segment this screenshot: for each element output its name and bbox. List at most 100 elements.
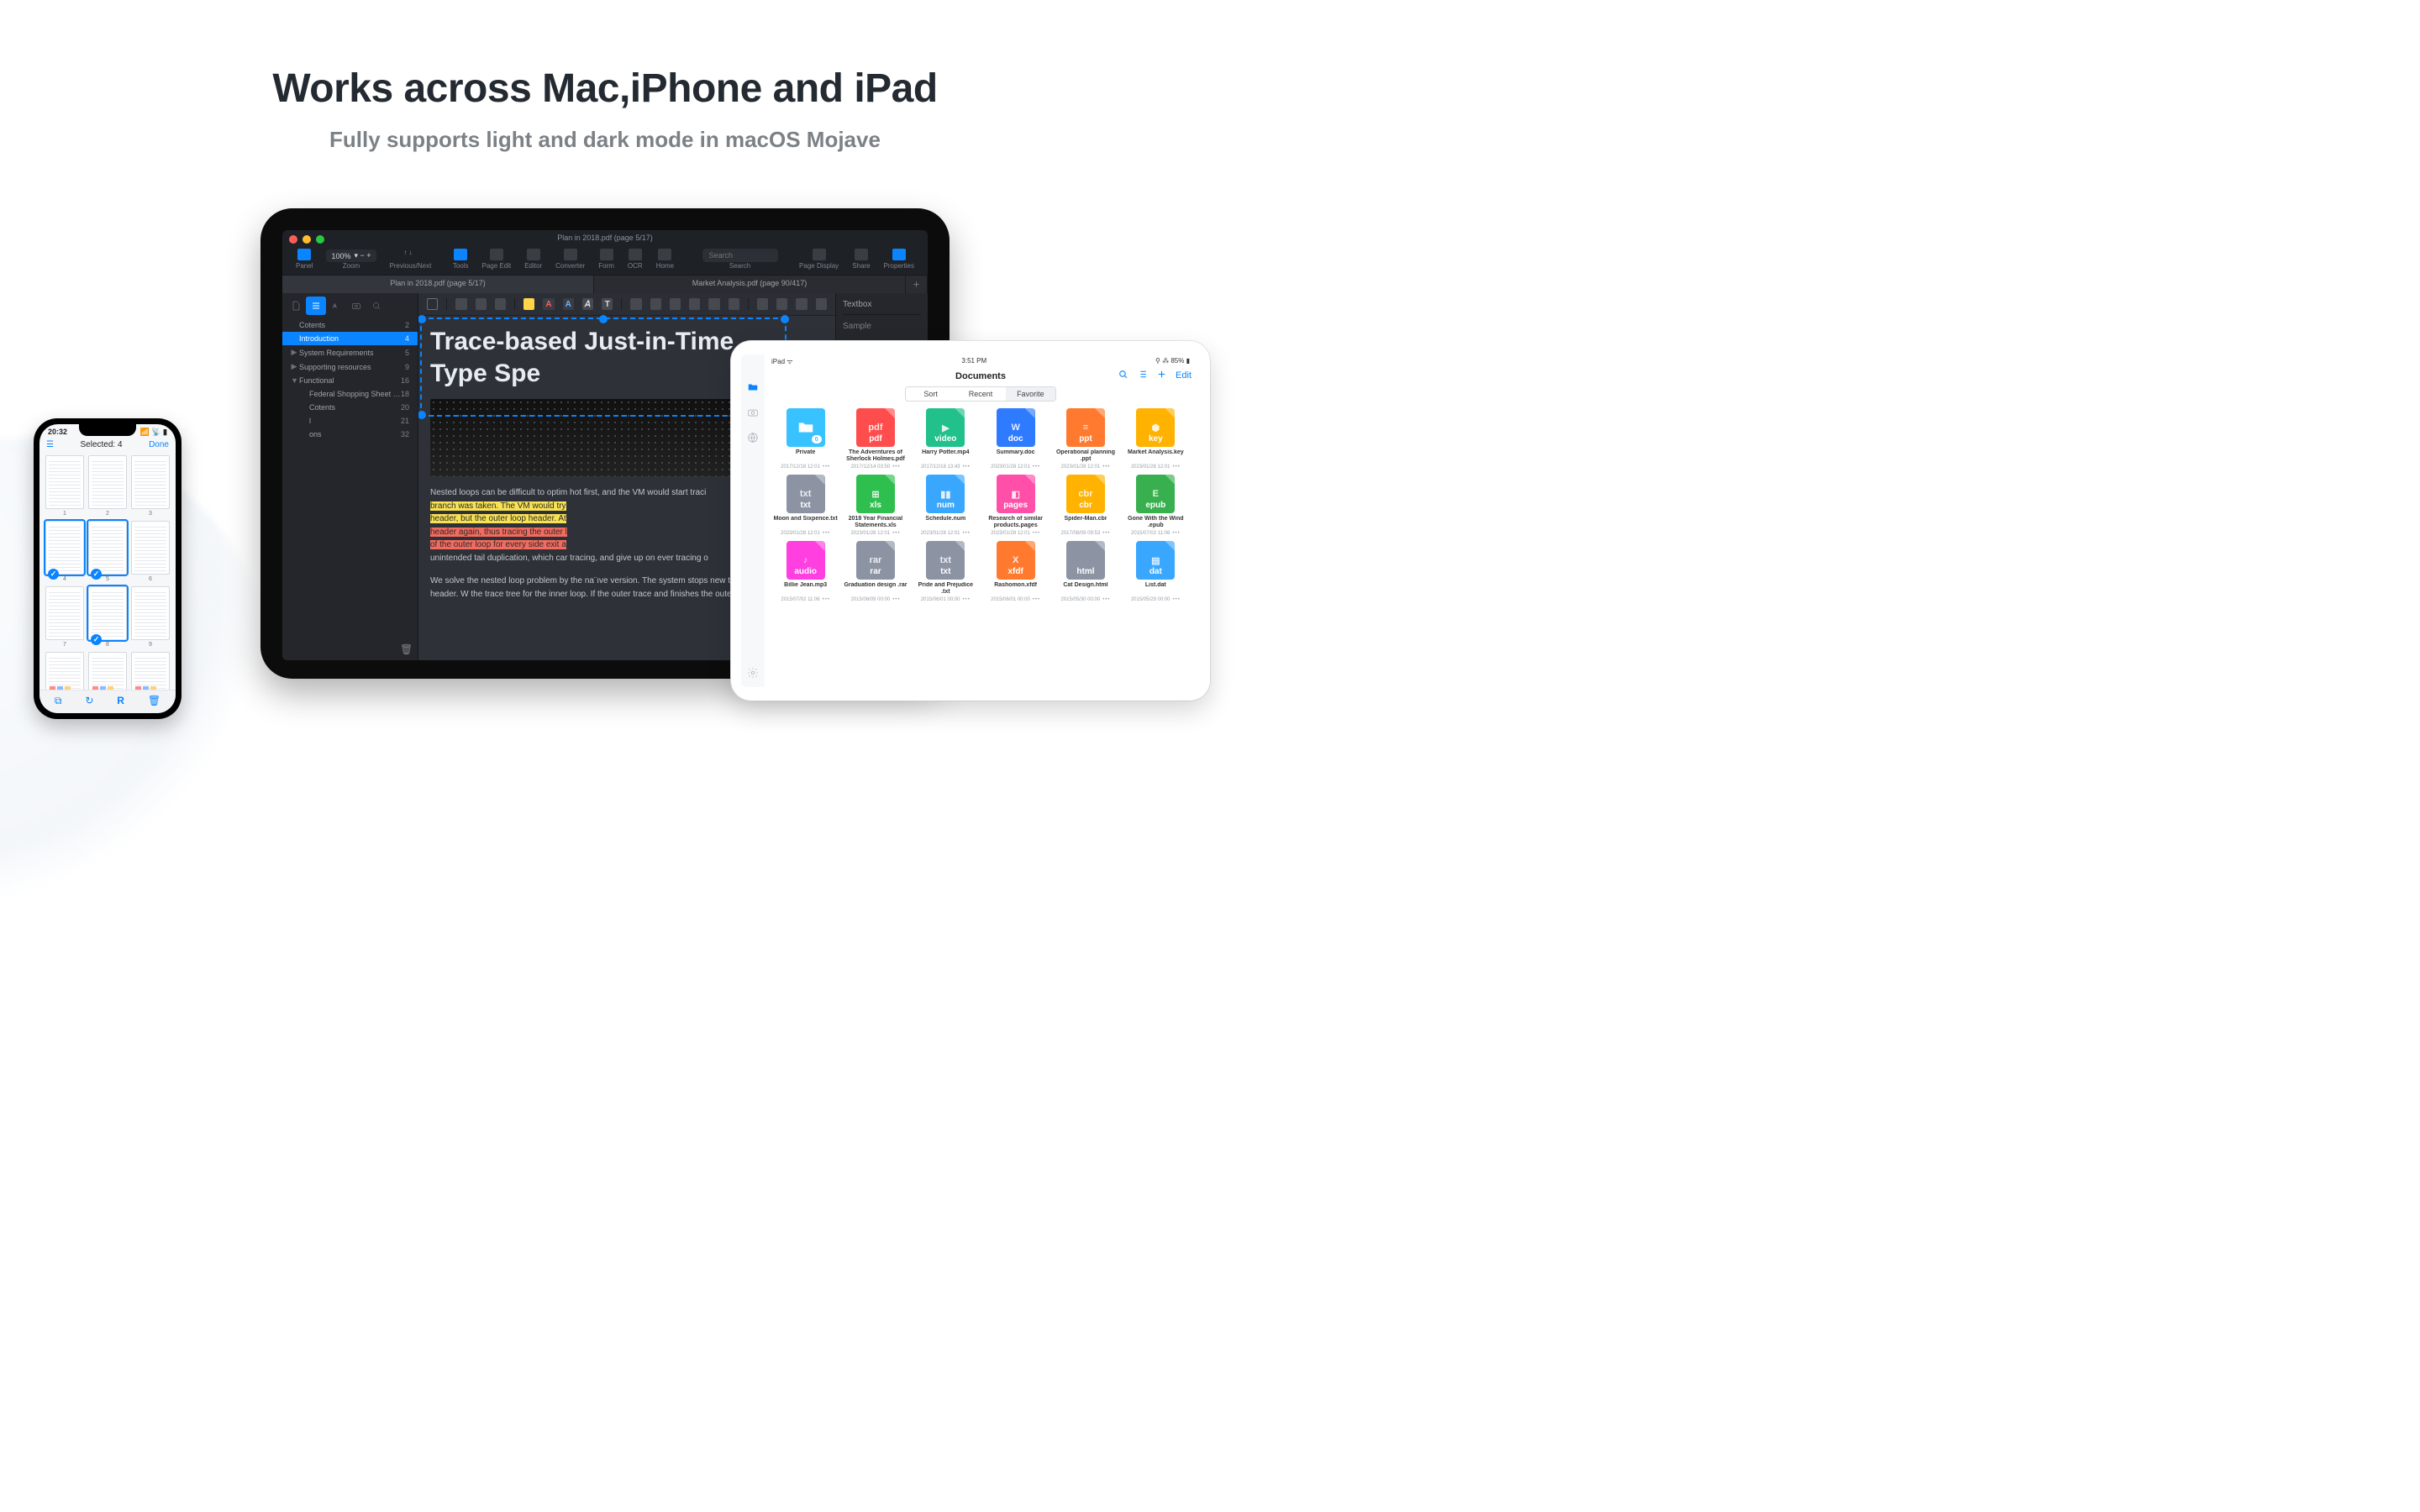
file-item[interactable]: video▶Harry Potter.mp42017/12/18 13:43••… xyxy=(913,408,978,470)
tb-form[interactable]: Form xyxy=(592,249,621,270)
file-item[interactable]: num▮▮Schedule.num2023/01/28 12:01••• xyxy=(913,475,978,536)
tb-zoom-group[interactable]: 100%▾ − + Zoom xyxy=(319,249,382,270)
tb-pageedit[interactable]: Page Edit xyxy=(476,249,518,270)
doc-tab-b[interactable]: Market Analysis.pdf (page 90/417) xyxy=(594,276,906,293)
file-item[interactable]: xfdfXRashomon.xfdf2015/06/01 00:00••• xyxy=(983,541,1048,602)
hand-icon[interactable] xyxy=(455,298,466,310)
phone-page-thumb[interactable]: 8 xyxy=(88,586,127,648)
link-icon[interactable] xyxy=(729,298,739,310)
file-item[interactable]: dat▤List.dat2015/05/29 00:00••• xyxy=(1123,541,1188,602)
toc-row[interactable]: ▶System Requirements5 xyxy=(282,345,418,360)
tablet-search-icon[interactable] xyxy=(1118,369,1128,382)
tablet-segmented[interactable]: Sort Recent Favorite xyxy=(905,386,1056,402)
toc-row[interactable]: l21 xyxy=(282,414,418,428)
table-icon[interactable] xyxy=(816,298,827,310)
file-item[interactable]: key⬢Market Analysis.key2023/01/28 12:01•… xyxy=(1123,408,1188,470)
file-item[interactable]: pages◧Research of similar products.pages… xyxy=(983,475,1048,536)
phone-page-thumb[interactable]: 4 xyxy=(45,521,84,582)
underline-icon[interactable]: A xyxy=(543,298,554,310)
phone-page-thumb[interactable]: 3 xyxy=(131,455,170,517)
tb-tools[interactable]: Tools xyxy=(446,249,476,270)
file-item[interactable]: ppt≡Operational planning .ppt2023/01/28 … xyxy=(1053,408,1118,470)
file-item[interactable]: txttxtPride and Prejudice .txt2015/06/01… xyxy=(913,541,978,602)
sign-icon[interactable] xyxy=(796,298,807,310)
tb-ocr[interactable]: OCR xyxy=(621,249,650,270)
tb-properties[interactable]: Properties xyxy=(877,249,921,270)
phone-done-button[interactable]: Done xyxy=(149,440,169,449)
tb-search[interactable]: Search xyxy=(696,249,785,270)
seg-favorite[interactable]: Favorite xyxy=(1006,387,1055,401)
tablet-add-icon[interactable] xyxy=(1156,369,1167,382)
tb-editor[interactable]: Editor xyxy=(518,249,549,270)
file-item[interactable]: audio♪Billie Jean.mp32015/07/02 11:06••• xyxy=(773,541,838,602)
strike-icon[interactable]: A xyxy=(563,298,574,310)
phone-replace-button[interactable]: R xyxy=(117,695,124,707)
note-icon[interactable] xyxy=(630,298,641,310)
file-item[interactable]: cbrcbrSpider-Man.cbr2017/08/09 09:53••• xyxy=(1053,475,1118,536)
phone-trash-icon[interactable]: 🗑 xyxy=(148,695,160,707)
doc-tab-add[interactable]: ＋ xyxy=(906,276,928,293)
tb-panel[interactable]: Panel xyxy=(289,249,319,270)
tab-side-camera-icon[interactable] xyxy=(747,407,759,418)
rect-icon[interactable] xyxy=(650,298,661,310)
toc-row[interactable]: Cotents20 xyxy=(282,401,418,414)
side-search-icon[interactable] xyxy=(366,297,387,315)
text-icon[interactable]: T xyxy=(602,298,613,310)
doc-tab-a[interactable]: Plan in 2018.pdf (page 5/17) xyxy=(282,276,594,293)
tab-side-folder-icon[interactable] xyxy=(747,381,759,393)
phone-page-thumb[interactable]: 6 xyxy=(131,521,170,582)
highlight-icon[interactable] xyxy=(523,298,534,310)
file-item[interactable]: pdfpdfThe Adverntures of Sherlock Holmes… xyxy=(843,408,908,470)
file-item[interactable]: txttxtMoon and Sixpence.txt2023/01/28 12… xyxy=(773,475,838,536)
file-item[interactable]: docWSummary.doc2023/01/28 12:01••• xyxy=(983,408,1048,470)
tb-prevnext-label: Previous/Next xyxy=(390,262,432,270)
seg-sort[interactable]: Sort xyxy=(906,387,955,401)
tb-share[interactable]: Share xyxy=(845,249,876,270)
tb-home[interactable]: Home xyxy=(650,249,681,270)
file-item[interactable]: 0Private2017/12/18 12:01••• xyxy=(773,408,838,470)
image-icon[interactable] xyxy=(776,298,787,310)
area-icon[interactable] xyxy=(495,298,506,310)
toc-row[interactable]: Introduction4 xyxy=(282,332,418,345)
side-snapshot-icon[interactable] xyxy=(346,297,366,315)
tab-side-settings-icon[interactable] xyxy=(747,667,759,679)
file-item[interactable]: htmlCat Design.html2015/05/30 00:00••• xyxy=(1053,541,1118,602)
tablet-list-icon[interactable] xyxy=(1137,369,1148,382)
phone-copy-icon[interactable]: ⧉ xyxy=(55,695,62,707)
seg-recent[interactable]: Recent xyxy=(955,387,1005,401)
toc-row[interactable]: ▼Functional16 xyxy=(282,374,418,387)
oval-icon[interactable] xyxy=(670,298,681,310)
hex-icon[interactable] xyxy=(427,298,438,310)
file-item[interactable]: epubEGone With the Wind .epub2015/07/02 … xyxy=(1123,475,1188,536)
tablet-edit-button[interactable]: Edit xyxy=(1176,370,1192,381)
phone-page-thumb[interactable]: 5 xyxy=(88,521,127,582)
file-item[interactable]: rarrarGraduation design .rar2015/06/09 0… xyxy=(843,541,908,602)
phone-rotate-icon[interactable]: ↻ xyxy=(85,695,93,707)
phone-grid-icon[interactable]: ☰ xyxy=(46,440,54,449)
phone-page-thumb[interactable]: 2 xyxy=(88,455,127,517)
arrow-icon[interactable] xyxy=(689,298,700,310)
file-item[interactable]: xls⊞2018 Year Financial Statements.xls20… xyxy=(843,475,908,536)
side-font-icon[interactable]: A xyxy=(326,297,346,315)
tb-search-label: Search xyxy=(729,262,750,270)
select-icon[interactable] xyxy=(476,298,487,310)
freehand-icon[interactable]: 𝘈 xyxy=(582,298,593,310)
tb-pagedisplay[interactable]: Page Display xyxy=(792,249,845,270)
search-input[interactable] xyxy=(702,249,778,262)
phone-page-thumb[interactable]: 9 xyxy=(131,586,170,648)
tb-converter[interactable]: Converter xyxy=(549,249,592,270)
tab-side-globe-icon[interactable] xyxy=(747,432,759,444)
line-icon[interactable] xyxy=(708,298,719,310)
toc-row[interactable]: Cotents2 xyxy=(282,318,418,332)
tb-prevnext[interactable]: ↑ ↓Previous/Next xyxy=(383,249,439,270)
trash-icon[interactable]: 🗑 xyxy=(400,643,413,655)
toc-row[interactable]: ▶Supporting resources9 xyxy=(282,360,418,374)
tb-panel-label: Panel xyxy=(296,262,313,270)
stamp-icon[interactable] xyxy=(757,298,768,310)
phone-page-thumb[interactable]: 1 xyxy=(45,455,84,517)
side-page-icon[interactable] xyxy=(286,297,306,315)
phone-page-thumb[interactable]: 7 xyxy=(45,586,84,648)
toc-row[interactable]: ons32 xyxy=(282,428,418,441)
toc-row[interactable]: Federal Shopping Sheet Update...18 xyxy=(282,387,418,401)
side-outline-icon[interactable] xyxy=(306,297,326,315)
